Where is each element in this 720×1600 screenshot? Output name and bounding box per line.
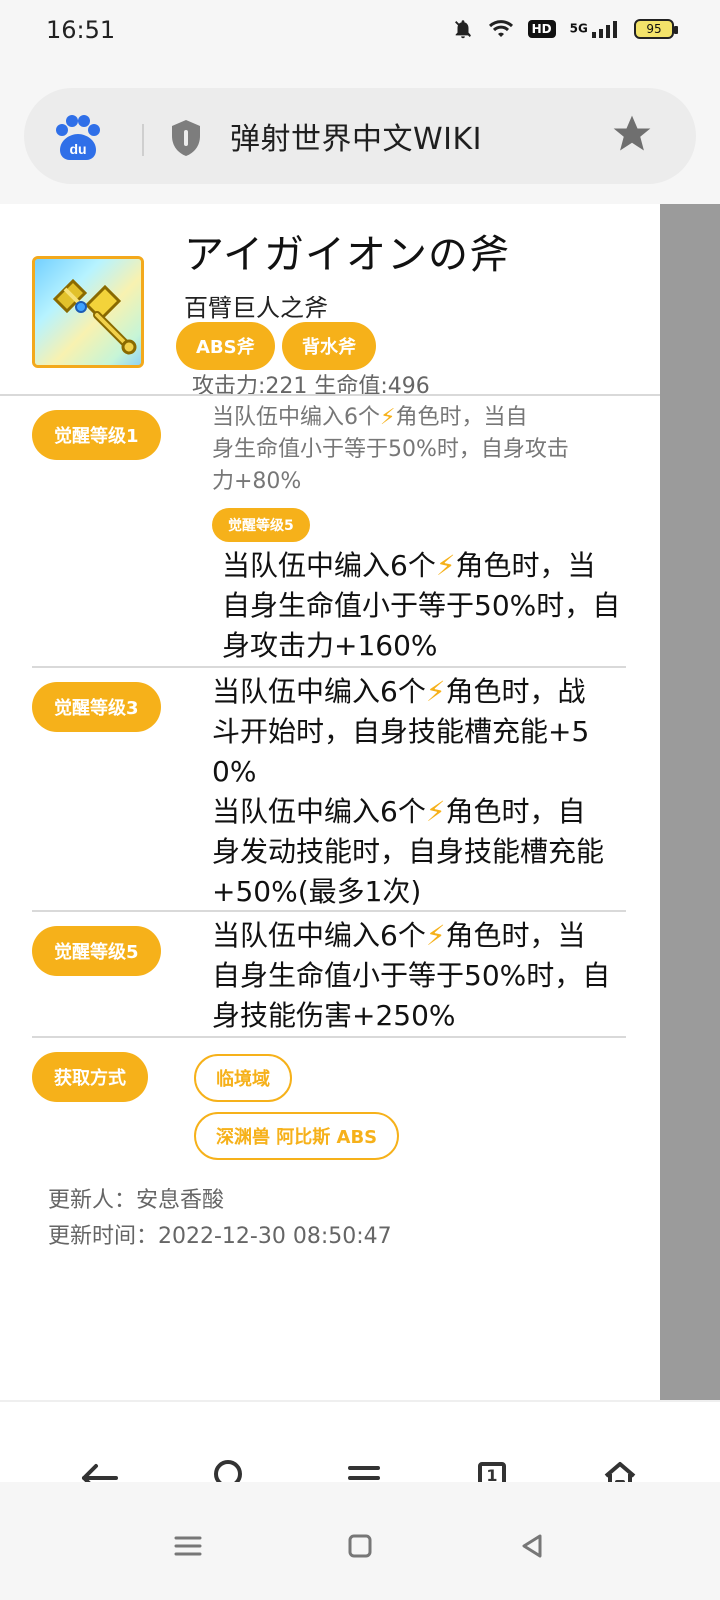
awaken-effect-level-3-b: 当队伍中编入6个⚡角色时，自 身发动技能时，自身技能槽充能 +50%(最多1次) [212,795,605,908]
updater: 更新人：安息香酸 [48,1188,225,1213]
awaken-effect-level-3-a: 当队伍中编入6个⚡角色时，战 斗开始时，自身技能槽充能+5 0% [212,675,590,788]
update-time: 更新时间：2022-12-30 08:50:47 [48,1224,392,1249]
awaken-badge-level-5-inline: 觉醒等级5 [212,508,310,542]
bell-off-icon [454,20,471,39]
tag-abs-axe[interactable]: ABS斧 [176,322,275,370]
wiki-content: アイガイオンの斧 百臂巨人之斧 ABS斧 背水斧 攻击力:221 生命值:496… [0,204,660,1400]
status-bar: 16:51 HD 5G 95 [0,0,720,64]
signal-5g-icon: 5G [570,20,620,38]
awaken-effect-level-5-inline: 当队伍中编入6个⚡角色时，当 自身生命值小于等于50%时，自 身攻击力+160% [222,549,621,662]
status-icons: HD 5G 95 [452,18,678,40]
baidu-logo-text: du [69,141,86,157]
browser-top-bar: du 弹射世界中文WIKI [0,64,720,204]
awaken-badge-level-3: 觉醒等级3 [32,682,161,732]
site-title[interactable]: 弹射世界中文WIKI [230,114,482,158]
home-square-icon[interactable] [340,1526,380,1566]
star-icon[interactable] [610,112,654,156]
tag-desperate-axe[interactable]: 背水斧 [282,322,376,370]
axe-icon [32,256,144,368]
recent-apps-icon[interactable] [168,1526,208,1566]
awaken-effect-level-5: 当队伍中编入6个⚡角色时，当 自身生命值小于等于50%时，自 身技能伤害+250… [212,919,611,1032]
divider-top [0,394,660,396]
acquisition-badge: 获取方式 [32,1052,148,1102]
wifi-icon [488,20,513,37]
item-title: アイガイオンの斧 [184,232,510,278]
awaken-effect-level-1: 当队伍中编入6个⚡角色时，当自 身生命值小于等于50%时，自身攻击 力+80% [212,405,569,494]
item-subtitle: 百臂巨人之斧 [184,294,328,322]
awaken-badge-level-5: 觉醒等级5 [32,926,161,976]
divider-1 [32,666,626,668]
battery-icon: 95 [634,19,678,39]
source-chip-abyss-abs[interactable]: 深渊兽 阿比斯 ABS [194,1112,400,1160]
baidu-logo-icon[interactable]: du [52,112,104,162]
divider-3 [32,1036,626,1038]
shield-icon[interactable] [168,118,204,158]
item-header: アイガイオンの斧 百臂巨人之斧 ABS斧 背水斧 攻击力:221 生命值:496 [0,204,660,406]
url-bar[interactable]: du 弹射世界中文WIKI [24,88,696,184]
url-divider [142,124,144,156]
side-gray-panel [660,204,720,1400]
back-triangle-icon[interactable] [512,1526,552,1566]
divider-2 [32,910,626,912]
awaken-badge-level-1: 觉醒等级1 [32,410,161,460]
hd-icon: HD [527,20,556,38]
status-time: 16:51 [46,16,116,44]
system-navigation-bar [0,1482,720,1600]
source-chip-linjingyu[interactable]: 临境域 [194,1054,292,1102]
